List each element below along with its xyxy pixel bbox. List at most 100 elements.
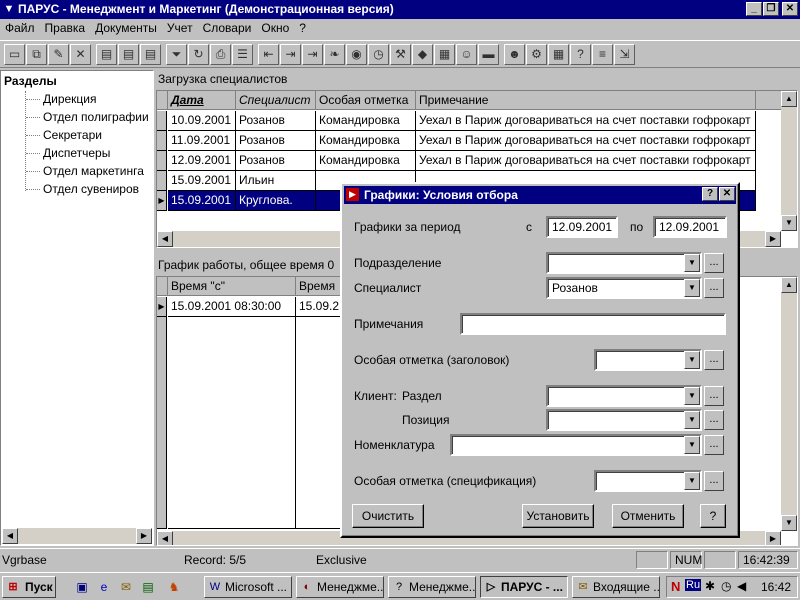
- notes-input[interactable]: [460, 313, 726, 335]
- smile-icon[interactable]: ☺: [456, 44, 477, 65]
- sidebar-item-marketing[interactable]: Отдел маркетинга: [43, 164, 144, 178]
- nav-last-icon[interactable]: ⇥: [302, 44, 323, 65]
- clock-tray-icon[interactable]: ◷: [721, 579, 731, 593]
- sidebar-hscrollbar[interactable]: ◀ ▶: [2, 528, 152, 544]
- table-cell[interactable]: Уехал в Париж договариваться на счет пос…: [416, 151, 756, 171]
- scroll-left-icon[interactable]: ◀: [157, 531, 173, 545]
- table-cell[interactable]: 10.09.2001: [168, 111, 236, 131]
- new-icon[interactable]: ▭: [4, 44, 25, 65]
- tray-clock[interactable]: 16:42: [761, 580, 791, 594]
- globe-icon[interactable]: ◉: [346, 44, 367, 65]
- list-icon[interactable]: ≡: [592, 44, 613, 65]
- table-cell-selected[interactable]: Круглова.: [236, 191, 316, 211]
- current-row-indicator[interactable]: ▶: [157, 191, 167, 211]
- window-title-bar[interactable]: ПАРУС - Менеджмент и Маркетинг (Демонстр…: [0, 0, 800, 19]
- chart-icon[interactable]: ◆: [412, 44, 433, 65]
- print-icon[interactable]: ⎙: [210, 44, 231, 65]
- menu-accounting[interactable]: Учет: [162, 19, 198, 38]
- calendar-icon[interactable]: ▦: [434, 44, 455, 65]
- table-edit-icon[interactable]: ▤: [140, 44, 161, 65]
- taskbar-inbox[interactable]: ✉ Входящие ...: [572, 576, 660, 598]
- report-icon[interactable]: ☰: [232, 44, 253, 65]
- dialog-title-bar[interactable]: Графики: Условия отбора: [344, 186, 736, 204]
- menu-window[interactable]: Окно: [256, 19, 294, 38]
- speaker-icon[interactable]: ◀: [737, 579, 746, 593]
- norton-icon[interactable]: N: [671, 579, 680, 594]
- table-cell[interactable]: Командировка: [316, 131, 416, 151]
- nomenclature-browse-button[interactable]: ...: [704, 435, 724, 455]
- scroll-up-icon[interactable]: ▲: [781, 277, 797, 293]
- table-cell[interactable]: Уехал в Париж договариваться на счет пос…: [416, 131, 756, 151]
- restore-button[interactable]: ❐: [763, 2, 779, 16]
- app-icon[interactable]: ▼: [2, 2, 16, 16]
- mark-spec-select[interactable]: ▼: [594, 470, 702, 492]
- nomenclature-select[interactable]: ▼: [450, 434, 702, 456]
- dialog-help-icon[interactable]: ?: [702, 187, 718, 201]
- sidebar-item-secretaries[interactable]: Секретари: [43, 128, 102, 142]
- scroll-down-icon[interactable]: ▼: [781, 215, 797, 231]
- col-header-mark[interactable]: Особая отметка: [316, 91, 416, 110]
- taskbar-parus[interactable]: ▷ ПАРУС - ...: [480, 576, 568, 598]
- help-icon[interactable]: ?: [570, 44, 591, 65]
- row-indicator[interactable]: [157, 111, 167, 131]
- close-button[interactable]: ✕: [782, 2, 798, 16]
- mark-header-select[interactable]: ▼: [594, 349, 702, 371]
- chevron-down-icon[interactable]: ▼: [684, 472, 700, 490]
- position-select[interactable]: ▼: [546, 409, 702, 431]
- nav-first-icon[interactable]: ⇤: [258, 44, 279, 65]
- users-icon[interactable]: ☻: [504, 44, 525, 65]
- leaf-icon[interactable]: ❧: [324, 44, 345, 65]
- language-indicator[interactable]: Ru: [685, 579, 702, 591]
- table-add-icon[interactable]: ▤: [118, 44, 139, 65]
- chevron-down-icon[interactable]: ▼: [684, 351, 700, 369]
- taskbar-word[interactable]: W Microsoft ...: [204, 576, 292, 598]
- chevron-down-icon[interactable]: ▼: [684, 411, 700, 429]
- channels-icon[interactable]: ▤: [140, 579, 156, 595]
- section-browse-button[interactable]: ...: [704, 386, 724, 406]
- table-cell[interactable]: 12.09.2001: [168, 151, 236, 171]
- current-row-indicator[interactable]: ▶: [157, 297, 167, 317]
- menu-dictionaries[interactable]: Словари: [198, 19, 257, 38]
- desktop-icon[interactable]: ▣: [74, 579, 90, 595]
- scroll-left-icon[interactable]: ◀: [2, 528, 18, 544]
- row-indicator[interactable]: [157, 151, 167, 171]
- sidebar-item-printing[interactable]: Отдел полиграфии: [43, 110, 149, 124]
- top-grid-vscrollbar[interactable]: ▲ ▼: [781, 91, 797, 231]
- refresh-icon[interactable]: ↻: [188, 44, 209, 65]
- apply-button[interactable]: Установить: [522, 504, 594, 528]
- scroll-up-icon[interactable]: ▲: [781, 91, 797, 107]
- table-cell[interactable]: Розанов: [236, 111, 316, 131]
- clock-icon[interactable]: ◷: [368, 44, 389, 65]
- table-cell[interactable]: Командировка: [316, 111, 416, 131]
- table-icon[interactable]: ▤: [96, 44, 117, 65]
- mark-spec-browse-button[interactable]: ...: [704, 471, 724, 491]
- row-indicator[interactable]: [157, 171, 167, 191]
- chevron-down-icon[interactable]: ▼: [684, 436, 700, 454]
- calculator-icon[interactable]: ▦: [548, 44, 569, 65]
- department-select[interactable]: ▼: [546, 252, 702, 274]
- table-cell-selected[interactable]: 15.09.2001: [168, 191, 236, 211]
- menu-help[interactable]: ?: [294, 19, 311, 38]
- scroll-left-icon[interactable]: ◀: [157, 231, 173, 247]
- sidebar-item-dispatchers[interactable]: Диспетчеры: [43, 146, 110, 160]
- table-cell[interactable]: Командировка: [316, 151, 416, 171]
- mark-header-browse-button[interactable]: ...: [704, 350, 724, 370]
- tools-icon[interactable]: ⚒: [390, 44, 411, 65]
- scroll-right-icon[interactable]: ▶: [765, 231, 781, 247]
- taskbar-manager-2[interactable]: ? Менеджме...: [388, 576, 476, 598]
- scroll-down-icon[interactable]: ▼: [781, 515, 797, 531]
- scroll-right-icon[interactable]: ▶: [136, 528, 152, 544]
- table-cell[interactable]: Розанов: [236, 131, 316, 151]
- scroll-right-icon[interactable]: ▶: [765, 531, 781, 545]
- section-select[interactable]: ▼: [546, 385, 702, 407]
- col-header-time-from[interactable]: Время "с": [168, 277, 296, 296]
- menu-file[interactable]: Файл: [0, 19, 40, 38]
- table-cell[interactable]: Уехал в Париж договариваться на счет пос…: [416, 111, 756, 131]
- settings-icon[interactable]: ⚙: [526, 44, 547, 65]
- table-cell[interactable]: Ильин: [236, 171, 316, 191]
- outlook-icon[interactable]: ✉: [118, 579, 134, 595]
- clear-button[interactable]: Очистить: [352, 504, 424, 528]
- ie-icon[interactable]: e: [96, 579, 112, 595]
- folder-icon[interactable]: ▬: [478, 44, 499, 65]
- table-cell[interactable]: 15.09.2001: [168, 171, 236, 191]
